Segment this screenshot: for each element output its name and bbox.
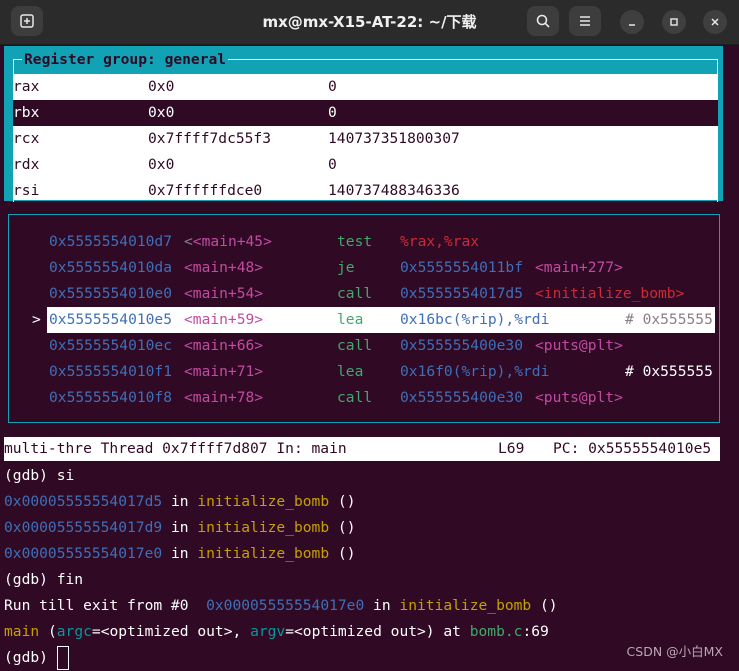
search-button[interactable] <box>527 6 559 36</box>
console-line: main (argc=<optimized out>, argv=<optimi… <box>4 623 549 640</box>
register-group-title: Register group: general <box>22 50 229 70</box>
console-line: (gdb) fin <box>4 571 84 588</box>
tui-status-bar: multi-thre Thread 0x7ffff7d807 In: main L… <box>4 437 720 461</box>
register-row-selected: rbx 0x0 0 <box>13 100 718 126</box>
console-line: 0x00005555554017d9 in initialize_bomb () <box>4 519 356 536</box>
minimize-icon <box>629 24 635 26</box>
register-row: rcx 0x7ffff7dc55f3 140737351800307 <box>13 126 718 152</box>
asm-line: 0x5555554010ec <main+66> call 0x555555400e3… <box>49 337 623 354</box>
asm-line-current: 0x5555554010e5 <main+59> lea 0x16bc(%rip),%… <box>47 307 715 333</box>
close-icon <box>711 18 719 26</box>
terminal[interactable]: Register group: general rax 0x0 0 rbx 0x0 0 … <box>0 45 739 671</box>
console-line: Run till exit from #0 0x00005555554017e0… <box>4 597 558 614</box>
asm-line: 0x5555554010da <main+48> je 0x5555554011bf <… <box>49 259 623 276</box>
close-button[interactable] <box>703 10 727 34</box>
register-row: rax 0x0 0 <box>13 74 718 100</box>
title-bar: mx@mx-X15-AT-22: ~/下载 <box>0 0 739 45</box>
register-row: rdx 0x0 0 <box>13 152 718 178</box>
maximize-icon <box>670 18 678 26</box>
asm-line: 0x5555554010e0 <main+54> call 0x5555554017d… <box>49 285 685 302</box>
watermark: CSDN @小白MX <box>626 644 723 659</box>
register-window: Register group: general rax 0x0 0 rbx 0x0 0 … <box>4 46 723 202</box>
current-line-marker: > <box>32 311 41 328</box>
asm-line: 0x5555554010f8 <main+78> call 0x555555400e3… <box>49 389 623 406</box>
console-line: 0x00005555554017e0 in initialize_bomb () <box>4 545 356 562</box>
text-cursor <box>56 646 69 670</box>
minimize-button[interactable] <box>620 10 644 34</box>
console-prompt-line[interactable]: (gdb) <box>4 645 69 671</box>
asm-line: 0x5555554010f1 <main+71> lea 0x16f0(%rip),%… <box>49 363 713 380</box>
hamburger-icon <box>580 16 590 26</box>
console-line: 0x00005555554017d5 in initialize_bomb () <box>4 493 356 510</box>
menu-button[interactable] <box>569 6 601 36</box>
asm-line: 0x5555554010d7 <<main+45> test %rax,%rax <box>49 233 480 250</box>
search-icon <box>536 14 550 28</box>
console-line: (gdb) si <box>4 467 75 484</box>
register-row: rsi 0x7ffffffdce0 140737488346336 <box>13 178 718 200</box>
maximize-button[interactable] <box>662 10 686 34</box>
